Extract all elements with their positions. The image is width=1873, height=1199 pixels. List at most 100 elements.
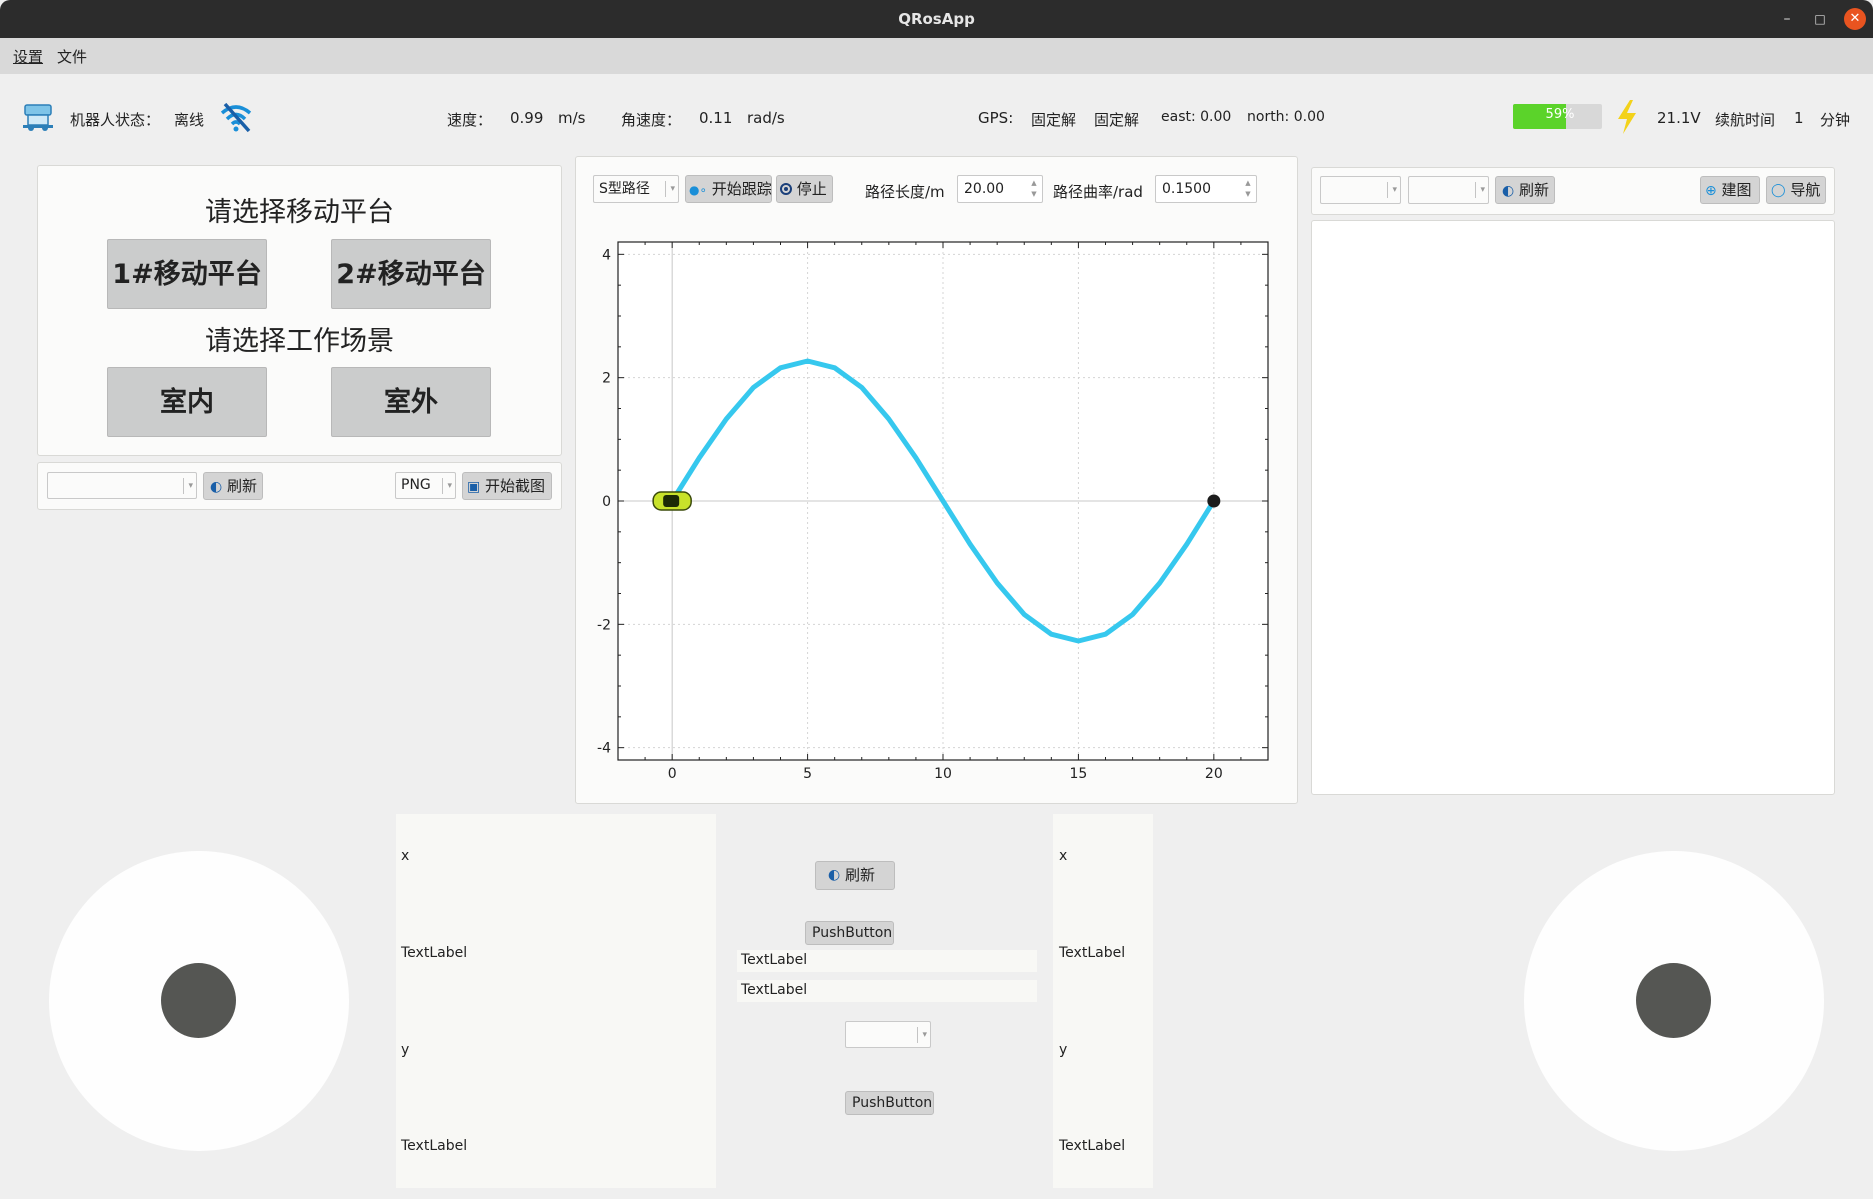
mid-textlabel-1: TextLabel — [741, 952, 808, 968]
x-tick-label: 15 — [1070, 766, 1088, 782]
radio-icon — [780, 182, 792, 195]
chevron-down-icon: ▾ — [183, 477, 193, 494]
format-select[interactable]: PNG ▾ — [395, 472, 456, 499]
bolt-icon — [1618, 100, 1636, 134]
indoor-button[interactable]: 室内 — [107, 367, 267, 437]
endurance-value: 1 — [1794, 109, 1804, 127]
push-button-2[interactable]: PushButton — [845, 1091, 934, 1115]
battery-percent: 59% — [1545, 107, 1575, 122]
y-tick-label: 2 — [602, 371, 611, 387]
left-y-label: y — [401, 1042, 410, 1058]
mid-refresh-button[interactable]: ◐ 刷新 — [815, 861, 895, 890]
x-tick-label: 20 — [1205, 766, 1223, 782]
robot-icon — [23, 104, 53, 131]
navigate-button[interactable]: ◯ 导航 — [1766, 176, 1826, 204]
scene-title: 请选择工作场景 — [205, 326, 394, 357]
path-curvature-label: 路径曲率/rad — [1053, 183, 1143, 201]
speed-unit: m/s — [558, 109, 586, 127]
path-chart: 0 5 10 15 20 -4 -2 0 2 4 — [597, 241, 1269, 782]
window-title: QRosApp — [898, 10, 975, 28]
spin-down-icon[interactable]: ▼ — [1242, 190, 1254, 199]
chevron-down-icon: ▾ — [665, 181, 675, 197]
maximize-icon[interactable]: □ — [1809, 8, 1831, 30]
outdoor-button[interactable]: 室外 — [331, 367, 491, 437]
gps-label: GPS: — [978, 109, 1014, 127]
platform2-button[interactable]: 2#移动平台 — [331, 239, 491, 309]
speed-label: 速度： — [447, 111, 493, 129]
start-tracking-label: 开始跟踪 — [711, 180, 772, 198]
capture-label: 开始截图 — [485, 477, 546, 495]
robot-status-value: 离线 — [174, 111, 205, 129]
refresh-icon: ◐ — [1502, 182, 1515, 199]
navigate-label: 导航 — [1790, 181, 1821, 199]
map-view[interactable] — [1311, 220, 1835, 795]
path-type-select[interactable]: S型路径 ▾ — [593, 175, 679, 203]
angular-speed-unit: rad/s — [747, 109, 785, 127]
vehicle-cabin — [663, 495, 680, 507]
build-map-button[interactable]: ⊕ 建图 — [1700, 176, 1760, 204]
refresh-icon: ◐ — [828, 867, 841, 883]
y-tick-label: -4 — [597, 741, 611, 757]
spin-up-icon[interactable]: ▲ — [1028, 179, 1040, 188]
mid-select[interactable]: ▾ — [845, 1021, 931, 1048]
right-y-label: y — [1059, 1042, 1068, 1058]
menu-bar — [0, 38, 1873, 74]
capture-button[interactable]: ▣ 开始截图 — [462, 472, 552, 500]
camera-select[interactable]: ▾ — [47, 472, 197, 499]
y-tick-label: -2 — [597, 617, 611, 633]
robot-status-label: 机器人状态： — [70, 111, 161, 129]
spin-up-icon[interactable]: ▲ — [1242, 179, 1254, 188]
plot-area: 0 5 10 15 20 -4 -2 0 2 4 — [597, 241, 1269, 782]
end-point-marker — [1207, 494, 1221, 508]
map-refresh-button[interactable]: ◐ 刷新 — [1495, 176, 1555, 204]
gps-status-1: 固定解 — [1031, 111, 1077, 129]
capture-refresh-button[interactable]: ◐ 刷新 — [203, 472, 263, 500]
left-x-label: x — [401, 848, 410, 864]
chevron-down-icon: ▾ — [917, 1026, 927, 1043]
format-value: PNG — [401, 477, 431, 493]
mid-refresh-label: 刷新 — [845, 866, 876, 884]
map-refresh-label: 刷新 — [1519, 181, 1550, 199]
left-joystick-knob[interactable] — [161, 963, 236, 1038]
chevron-down-icon: ▾ — [1475, 182, 1485, 198]
right-readout-panel — [1053, 814, 1153, 1188]
chevron-down-icon: ▾ — [1387, 182, 1397, 198]
voltage: 21.1V — [1657, 109, 1701, 127]
stop-label: 停止 — [796, 180, 827, 198]
endurance-unit: 分钟 — [1820, 111, 1851, 129]
push-button-1[interactable]: PushButton — [805, 921, 894, 945]
right-x-label: x — [1059, 848, 1068, 864]
endurance-label: 续航时间 — [1715, 111, 1776, 129]
speed-value: 0.99 — [510, 109, 544, 127]
menu-settings[interactable]: 设置 — [13, 46, 43, 67]
lightbulb-icon: ◯ — [1771, 182, 1786, 198]
wifi-off-icon — [220, 102, 252, 133]
menu-file[interactable]: 文件 — [57, 46, 87, 67]
tracking-icon: ●∘ — [689, 182, 707, 197]
stop-radio[interactable]: 停止 — [776, 175, 833, 203]
refresh-icon: ◐ — [210, 478, 223, 495]
start-tracking-button[interactable]: ●∘ 开始跟踪 — [685, 175, 772, 203]
map-select-2[interactable]: ▾ — [1408, 176, 1489, 204]
spin-down-icon[interactable]: ▼ — [1028, 190, 1040, 199]
angular-speed-value: 0.11 — [699, 109, 733, 127]
minimize-icon[interactable]: – — [1776, 8, 1798, 30]
build-map-label: 建图 — [1721, 181, 1752, 199]
map-select-1[interactable]: ▾ — [1320, 176, 1401, 204]
path-length-spinbox[interactable]: 20.00 ▲ ▼ — [957, 175, 1043, 203]
gps-status-2: 固定解 — [1094, 111, 1140, 129]
mid-textlabel-2: TextLabel — [741, 982, 808, 998]
capture-refresh-label: 刷新 — [227, 477, 258, 495]
x-tick-label: 5 — [803, 766, 812, 782]
path-curvature-spinbox[interactable]: 0.1500 ▲ ▼ — [1155, 175, 1257, 203]
right-joystick-knob[interactable] — [1636, 963, 1711, 1038]
angular-speed-label: 角速度： — [621, 111, 682, 129]
globe-icon: ⊕ — [1705, 182, 1717, 199]
close-icon[interactable]: ✕ — [1844, 8, 1866, 30]
chevron-down-icon: ▾ — [442, 477, 452, 494]
platform-title: 请选择移动平台 — [205, 197, 394, 228]
path-curvature-value: 0.1500 — [1162, 181, 1211, 197]
y-tick-label: 4 — [602, 247, 611, 263]
platform1-button[interactable]: 1#移动平台 — [107, 239, 267, 309]
left-textlabel-1: TextLabel — [401, 945, 468, 961]
